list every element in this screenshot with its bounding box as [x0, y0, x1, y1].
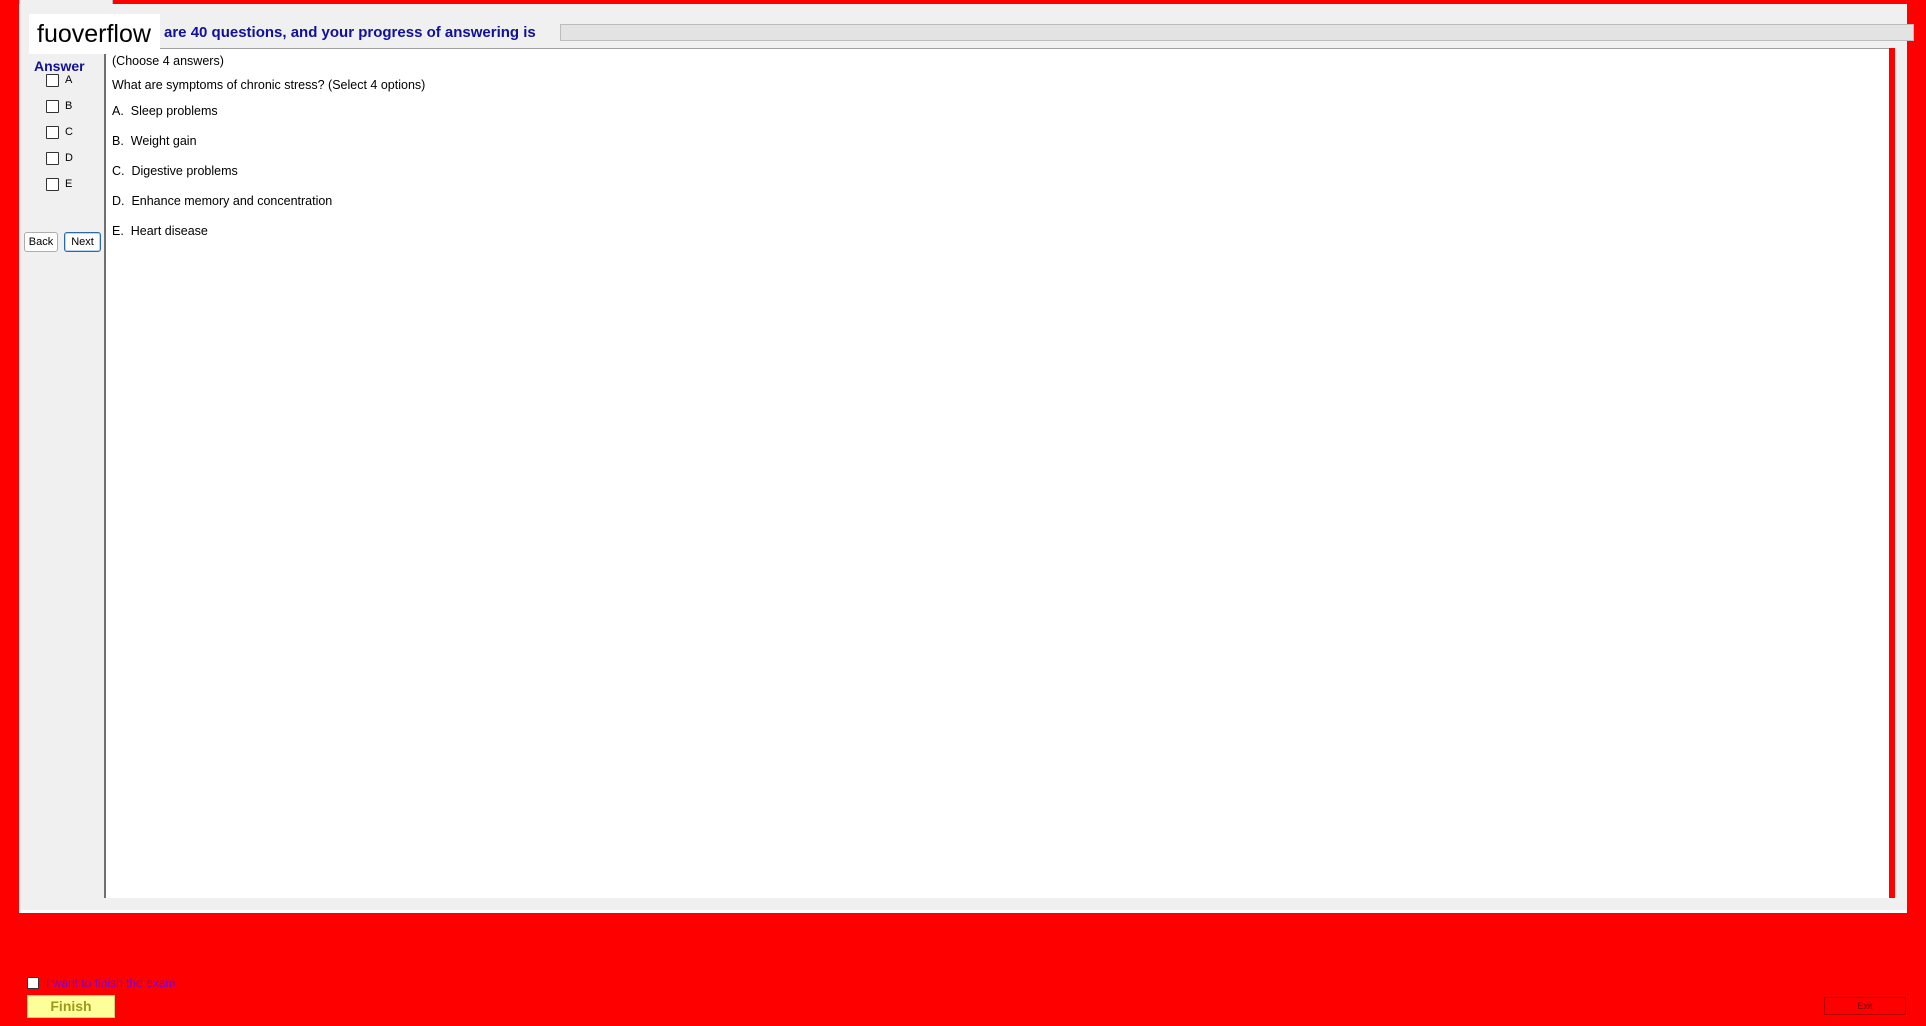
- answer-option-c[interactable]: C: [46, 124, 73, 140]
- exit-button[interactable]: Exit: [1824, 997, 1906, 1015]
- checkbox-c[interactable]: [46, 125, 59, 139]
- answer-option-d[interactable]: D: [46, 150, 73, 166]
- back-button[interactable]: Back: [24, 232, 58, 252]
- question-instruction: (Choose 4 answers): [112, 54, 224, 68]
- question-area-right-border: [1889, 48, 1895, 898]
- answer-option-a[interactable]: A: [46, 72, 72, 88]
- answer-option-e[interactable]: E: [46, 176, 72, 192]
- exam-main-panel: fuoverflow are 40 questions, and your pr…: [19, 4, 1914, 913]
- checkbox-b[interactable]: [46, 99, 59, 113]
- progress-bar: [560, 24, 1914, 41]
- checkbox-d[interactable]: [46, 151, 59, 165]
- next-button[interactable]: Next: [64, 232, 101, 252]
- answer-option-label: D: [65, 152, 73, 164]
- choice-a: A. Sleep problems: [112, 104, 218, 118]
- choice-c: C. Digestive problems: [112, 164, 238, 178]
- question-text: What are symptoms of chronic stress? (Se…: [112, 78, 426, 92]
- answer-option-label: A: [65, 74, 73, 86]
- progress-label: are 40 questions, and your progress of a…: [164, 24, 536, 41]
- answer-option-label: E: [65, 178, 73, 190]
- logo-watermark: fuoverflow: [29, 14, 160, 54]
- finish-button[interactable]: Finish: [27, 995, 115, 1018]
- finish-exam-label: I want to finish the exam: [46, 976, 176, 990]
- choice-e: E. Heart disease: [112, 224, 208, 238]
- checkbox-e[interactable]: [46, 177, 59, 191]
- choice-d: D. Enhance memory and concentration: [112, 194, 333, 208]
- choice-b: B. Weight gain: [112, 134, 197, 148]
- question-area: (Choose 4 answers) What are symptoms of …: [104, 48, 1890, 898]
- checkbox-a[interactable]: [46, 73, 59, 87]
- answer-option-label: C: [65, 126, 73, 138]
- finish-exam-checkbox[interactable]: [27, 977, 39, 989]
- finish-exam-option[interactable]: I want to finish the exam: [27, 976, 175, 990]
- answer-panel: Answer A B C D E: [19, 48, 103, 900]
- answer-option-b[interactable]: B: [46, 98, 72, 114]
- exam-window: fuoverflow are 40 questions, and your pr…: [0, 0, 1926, 1026]
- answer-option-label: B: [65, 100, 73, 112]
